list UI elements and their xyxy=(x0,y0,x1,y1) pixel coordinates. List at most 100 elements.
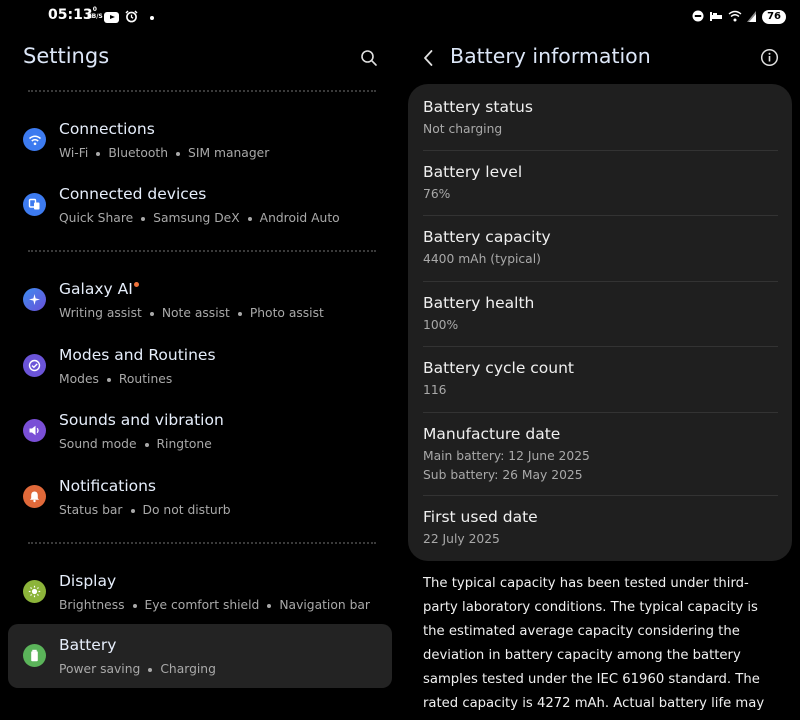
settings-item-galaxy-ai[interactable]: Galaxy AI Writing assist Note assist Photo… xyxy=(8,268,392,332)
info-row-battery-level: Battery level 76% xyxy=(423,151,778,216)
new-badge xyxy=(133,282,139,287)
info-row-title: Battery status xyxy=(423,98,533,116)
signal-icon xyxy=(747,7,757,26)
subtitle-part: Routines xyxy=(118,372,173,386)
sun-icon xyxy=(23,580,46,603)
wifi-icon xyxy=(23,128,46,151)
info-row-battery-cycle-count: Battery cycle count 116 xyxy=(423,347,778,413)
info-row-manufacture-date: Manufacture date Main battery: 12 June 2… xyxy=(423,413,778,496)
info-row-title: Battery health xyxy=(423,294,535,312)
settings-item-subtitle: Wi-Fi Bluetooth SIM manager xyxy=(59,146,269,160)
settings-item-title-text: Galaxy AI xyxy=(59,280,133,298)
battery-information-pane: Battery information Battery status Not c… xyxy=(400,30,800,720)
settings-item-modes-and-routines[interactable]: Modes and Routines Modes Routines xyxy=(8,334,392,398)
subtitle-part: Power saving xyxy=(59,662,141,676)
settings-item-subtitle: Sound mode Ringtone xyxy=(59,437,212,451)
battery-info-card: Battery status Not charging Battery leve… xyxy=(408,84,792,561)
network-speed-value: 0 xyxy=(92,6,97,13)
settings-item-subtitle: Power saving Charging xyxy=(59,662,216,676)
settings-item-title: Battery xyxy=(59,636,117,654)
info-row-title: Battery level xyxy=(423,163,523,181)
subtitle-part: Modes xyxy=(59,372,99,386)
dot-icon xyxy=(150,15,154,20)
subtitle-part: Navigation bar xyxy=(279,598,370,612)
settings-item-title: Sounds and vibration xyxy=(59,411,224,429)
subtitle-part: Brightness xyxy=(59,598,125,612)
info-row-battery-status: Battery status Not charging xyxy=(423,84,778,151)
info-row-value: 4400 mAh (typical) xyxy=(423,252,541,266)
check-circle-icon xyxy=(23,354,46,377)
info-row-value: 116 xyxy=(423,383,447,397)
status-bar: 05:13 0 KB/S 76 xyxy=(0,0,800,30)
info-row-value: 100% xyxy=(423,318,459,332)
battery-icon: 76 xyxy=(762,9,786,24)
settings-item-title: Display xyxy=(59,572,117,590)
settings-item-display[interactable]: Display Brightness Eye comfort shield Navi… xyxy=(8,560,392,624)
speaker-icon xyxy=(23,419,46,442)
info-row-title: Battery cycle count xyxy=(423,359,575,377)
info-row-value: Main battery: 12 June 2025 xyxy=(423,449,590,463)
bell-icon xyxy=(23,485,46,508)
settings-item-subtitle: Status bar Do not disturb xyxy=(59,503,231,517)
subtitle-part: Android Auto xyxy=(259,211,340,225)
alarm-icon xyxy=(125,8,138,27)
divider xyxy=(28,90,376,92)
devices-icon xyxy=(23,193,46,216)
subtitle-part: Photo assist xyxy=(249,306,324,320)
info-row-title: Manufacture date xyxy=(423,425,561,443)
divider xyxy=(28,542,376,544)
settings-item-subtitle: Writing assist Note assist Photo assist xyxy=(59,306,324,320)
info-row-first-used-date: First used date 22 July 2025 xyxy=(423,496,778,561)
info-icon[interactable] xyxy=(760,48,779,71)
settings-item-title: Galaxy AI xyxy=(59,280,139,298)
wifi-icon xyxy=(728,7,742,26)
subtitle-part: Ringtone xyxy=(156,437,212,451)
settings-item-title: Modes and Routines xyxy=(59,346,216,364)
settings-item-connected-devices[interactable]: Connected devices Quick Share Samsung DeX… xyxy=(8,173,392,237)
sleep-mode-icon xyxy=(709,7,723,26)
subtitle-part: Sound mode xyxy=(59,437,137,451)
subtitle-part: Writing assist xyxy=(59,306,142,320)
settings-item-connections[interactable]: Connections Wi-Fi Bluetooth SIM manager xyxy=(8,108,392,172)
sparkle-icon xyxy=(23,288,46,311)
settings-item-title: Notifications xyxy=(59,477,157,495)
settings-item-notifications[interactable]: Notifications Status bar Do not disturb xyxy=(8,465,392,529)
subtitle-part: Samsung DeX xyxy=(153,211,240,225)
subtitle-part: Quick Share xyxy=(59,211,134,225)
info-row-value: 76% xyxy=(423,187,451,201)
page-title: Battery information xyxy=(450,44,651,68)
back-button[interactable] xyxy=(422,49,434,71)
info-row-battery-capacity: Battery capacity 4400 mAh (typical) xyxy=(423,216,778,282)
subtitle-part: Status bar xyxy=(59,503,123,517)
settings-item-subtitle: Modes Routines xyxy=(59,372,172,386)
do-not-disturb-icon xyxy=(692,7,704,26)
subtitle-part: Charging xyxy=(160,662,216,676)
page-title: Settings xyxy=(23,44,110,68)
subtitle-part: Eye comfort shield xyxy=(144,598,260,612)
info-row-battery-health: Battery health 100% xyxy=(423,282,778,347)
settings-item-sounds-and-vibration[interactable]: Sounds and vibration Sound mode Ringtone xyxy=(8,399,392,463)
search-icon[interactable] xyxy=(360,49,378,71)
info-row-title: Battery capacity xyxy=(423,228,551,246)
settings-item-subtitle: Brightness Eye comfort shield Navigation b… xyxy=(59,598,370,612)
network-speed: 0 KB/S xyxy=(87,6,103,20)
capacity-note: The typical capacity has been tested und… xyxy=(423,576,765,711)
subtitle-part: Bluetooth xyxy=(108,146,169,160)
subtitle-part: Wi-Fi xyxy=(59,146,89,160)
settings-item-battery[interactable]: Battery Power saving Charging xyxy=(8,624,392,688)
info-row-value: 22 July 2025 xyxy=(423,532,500,546)
network-speed-unit: KB/S xyxy=(87,13,103,20)
settings-item-subtitle: Quick Share Samsung DeX Android Auto xyxy=(59,211,340,225)
settings-item-title: Connected devices xyxy=(59,185,207,203)
youtube-icon xyxy=(104,12,119,23)
divider xyxy=(28,250,376,252)
info-row-value: Sub battery: 26 May 2025 xyxy=(423,468,583,482)
subtitle-part: Note assist xyxy=(161,306,230,320)
battery-icon xyxy=(23,644,46,667)
settings-item-title: Connections xyxy=(59,120,155,138)
subtitle-part: Do not disturb xyxy=(142,503,231,517)
settings-pane: Settings Connections Wi-Fi Bluetooth SIM m… xyxy=(0,30,400,720)
subtitle-part: SIM manager xyxy=(188,146,270,160)
status-time: 05:13 xyxy=(48,7,93,23)
info-row-title: First used date xyxy=(423,508,538,526)
